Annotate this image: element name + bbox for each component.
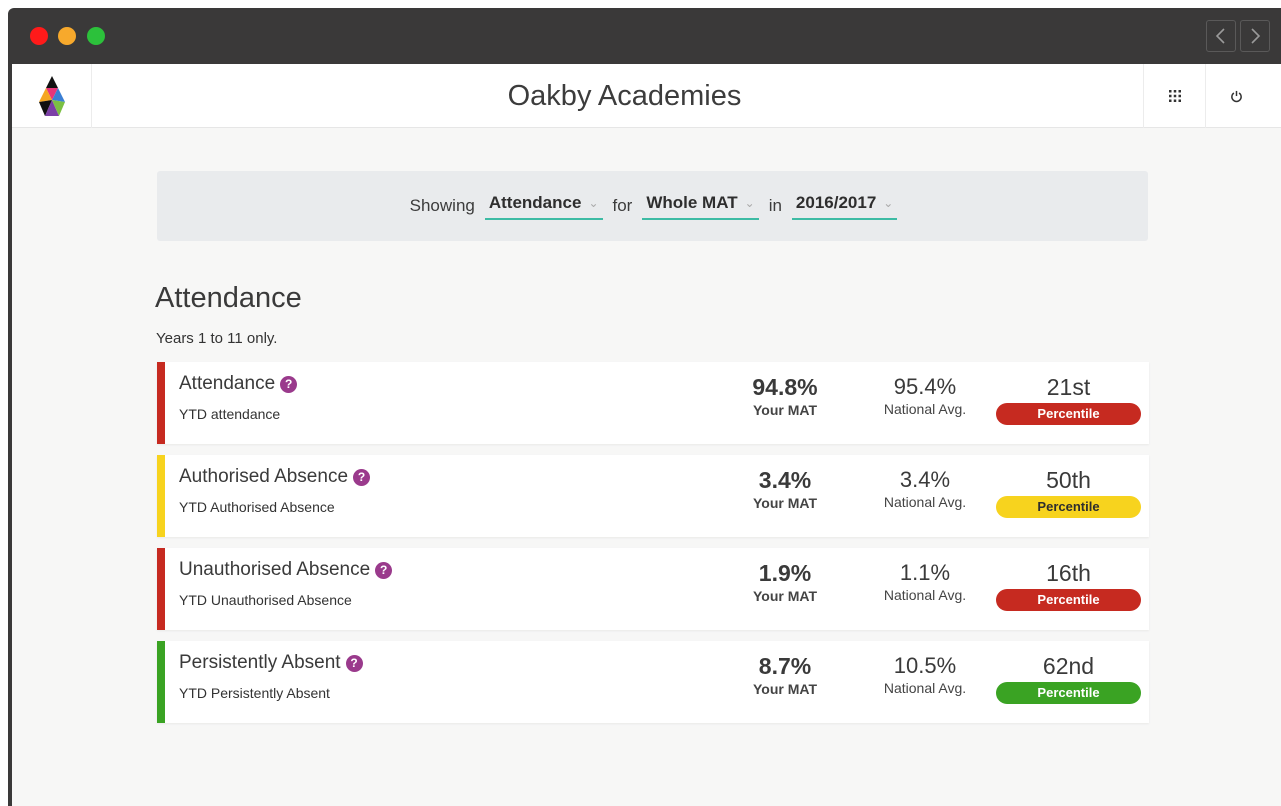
percentile-metric: 62nd Percentile [996,653,1141,704]
metric-name: Attendance? [179,373,298,395]
national-avg-metric: 95.4% National Avg. [865,374,985,417]
your-mat-metric: 1.9% Your MAT [730,560,840,604]
national-avg-value: 10.5% [893,653,957,678]
national-avg-value: 3.4% [899,467,951,492]
app-title: Oakby Academies [507,80,742,112]
your-mat-metric: 94.8% Your MAT [730,374,840,418]
metric-name: Authorised Absence? [179,466,371,488]
percentile-metric: 21st Percentile [996,374,1141,425]
your-mat-value: 8.7% [758,653,812,679]
help-icon[interactable]: ? [280,375,298,393]
your-mat-label: Your MAT [752,588,818,604]
percentile-value: 50th [1046,467,1091,493]
year-select-value: 2016/2017 [795,192,877,212]
metric-name-label: Authorised Absence [179,466,349,487]
forward-button[interactable] [1240,20,1270,52]
your-mat-label: Your MAT [752,495,818,511]
your-mat-value: 1.9% [758,560,812,586]
section-subtitle: Years 1 to 11 only. [156,330,278,347]
metric-card: Attendance? YTD attendance 94.8% Your MAT 95… [157,362,1149,444]
metric-description: YTD Unauthorised Absence [179,592,352,608]
your-mat-metric: 3.4% Your MAT [730,467,840,511]
percentile-value: 16th [1046,560,1091,586]
metric-card: Persistently Absent? YTD Persistently Abs… [157,641,1149,723]
logout-button[interactable] [1205,64,1267,128]
metric-name-label: Unauthorised Absence [179,559,371,580]
your-mat-metric: 8.7% Your MAT [730,653,840,697]
logo-link[interactable] [12,64,92,128]
measure-select[interactable]: Attendance ⌄ [484,192,603,220]
app-viewport: Oakby Academies Showing Attendance ⌄ for… [12,64,1281,806]
metric-name-label: Attendance [179,373,276,394]
percentile-value: 21st [1046,374,1091,400]
metric-description: YTD Authorised Absence [179,499,335,515]
chevron-down-icon: ⌄ [744,195,755,210]
apps-menu-button[interactable] [1143,64,1205,128]
national-avg-label: National Avg. [883,587,967,603]
window-titlebar [8,8,1281,64]
national-avg-label: National Avg. [883,680,967,696]
metric-card: Authorised Absence? YTD Authorised Absenc… [157,455,1149,537]
filter-in-label: in [768,196,782,215]
metric-description: YTD Persistently Absent [179,685,330,701]
logo-icon [38,76,65,116]
metric-name: Unauthorised Absence? [179,559,393,581]
chevron-left-icon [1215,28,1225,44]
chevron-down-icon: ⌄ [588,195,599,210]
percentile-value: 62nd [1042,653,1095,679]
filter-bar: Showing Attendance ⌄ for Whole MAT ⌄ in … [157,171,1148,241]
your-mat-value: 3.4% [758,467,812,493]
chevron-right-icon [1251,28,1261,44]
help-icon[interactable]: ? [345,654,363,672]
scope-select-value: Whole MAT [646,192,738,212]
section-title: Attendance [155,282,302,314]
app-header: Oakby Academies [12,64,1281,128]
percentile-metric: 50th Percentile [996,467,1141,518]
percentile-badge: Percentile [996,403,1141,425]
national-avg-label: National Avg. [883,494,967,510]
back-button[interactable] [1206,20,1236,52]
percentile-metric: 16th Percentile [996,560,1141,611]
your-mat-label: Your MAT [752,402,818,418]
filter-for-label: for [612,196,633,215]
national-avg-value: 1.1% [899,560,951,585]
metric-name-label: Persistently Absent [179,652,341,673]
percentile-badge: Percentile [996,496,1141,518]
national-avg-metric: 1.1% National Avg. [865,560,985,603]
help-icon[interactable]: ? [353,468,371,486]
national-avg-metric: 10.5% National Avg. [865,653,985,696]
national-avg-value: 95.4% [893,374,957,399]
browser-window: Oakby Academies Showing Attendance ⌄ for… [8,8,1281,806]
close-window-button[interactable] [30,27,48,45]
filter-showing-label: Showing [409,196,475,215]
scope-select[interactable]: Whole MAT ⌄ [642,192,759,220]
year-select[interactable]: 2016/2017 ⌄ [791,192,898,220]
metric-name: Persistently Absent? [179,652,363,674]
grid-icon [1168,90,1181,102]
national-avg-label: National Avg. [883,401,967,417]
help-icon[interactable]: ? [375,561,393,579]
maximize-window-button[interactable] [87,27,105,45]
metric-card: Unauthorised Absence? YTD Unauthorised Ab… [157,548,1149,630]
minimize-window-button[interactable] [58,27,76,45]
percentile-badge: Percentile [996,589,1141,611]
your-mat-label: Your MAT [752,681,818,697]
metric-description: YTD attendance [179,406,281,422]
measure-select-value: Attendance [488,192,582,212]
chevron-down-icon: ⌄ [883,195,894,210]
national-avg-metric: 3.4% National Avg. [865,467,985,510]
your-mat-value: 94.8% [752,374,818,400]
power-icon [1231,90,1242,102]
percentile-badge: Percentile [996,682,1141,704]
